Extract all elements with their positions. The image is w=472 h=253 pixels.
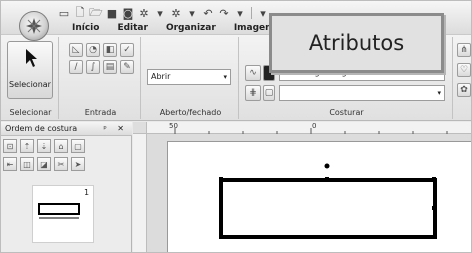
flower-icon[interactable]: ✿: [457, 83, 471, 97]
group-label-aberto-fechado: Aberto/fechado: [159, 108, 222, 117]
design-page[interactable]: [167, 141, 472, 253]
fill-stitch-select[interactable]: ▾: [279, 85, 445, 101]
open-closed-value: Abrir: [151, 72, 171, 81]
line-icon[interactable]: ∕: [69, 60, 83, 74]
design-shape[interactable]: [168, 142, 472, 253]
ruler-label-0: 0: [312, 122, 317, 130]
group-icon[interactable]: ◫: [20, 157, 34, 171]
pattern-icon[interactable]: ⋔: [457, 43, 471, 57]
zigzag-line-icon[interactable]: ∿: [245, 65, 261, 81]
new-file-icon[interactable]: ▭: [57, 6, 71, 20]
ruler-label-50: 50: [169, 122, 178, 130]
group-label-costurar: Costurar: [329, 108, 364, 117]
save-icon[interactable]: ■: [105, 6, 119, 20]
open-closed-select[interactable]: Abrir ▾: [147, 69, 231, 85]
move-down-icon[interactable]: ⇣: [37, 139, 51, 153]
stitch-icon[interactable]: ◙: [121, 6, 135, 20]
group-entrada: ◺ ◔ ◧ ✓ ∕ ∫ ▤ ✎ Entrada: [61, 37, 141, 119]
open-folder-icon[interactable]: 🗁: [89, 6, 103, 20]
scissors-icon[interactable]: ✂: [54, 157, 68, 171]
heart-icon[interactable]: ♡: [457, 63, 471, 77]
tab-editar[interactable]: Editar: [108, 21, 157, 35]
freehand-icon[interactable]: ∫: [86, 60, 100, 74]
sewing-order-thumbnail[interactable]: 1: [32, 185, 94, 243]
thumbnail-number: 1: [84, 188, 90, 197]
chevron-down-icon[interactable]: ▾: [233, 6, 247, 20]
fill-color-icon[interactable]: ▢: [263, 85, 275, 101]
pane-controls[interactable]: ᵖ ✕: [103, 122, 128, 136]
vertical-ruler: [133, 134, 147, 252]
chevron-down-icon: ▾: [437, 89, 441, 97]
ruler-corner: [133, 122, 147, 134]
curve-icon[interactable]: ◔: [86, 43, 100, 57]
settings-icon[interactable]: ✲: [169, 6, 183, 20]
ungroup-icon[interactable]: ◪: [37, 157, 51, 171]
tab-inicio[interactable]: Início: [63, 21, 108, 35]
quick-access-toolbar: ▭ 🗋 🗁 ■ ◙ ✲ ▾ ✲ ▾ ↶ ↷ ▾ ▾: [57, 5, 270, 21]
select-button[interactable]: Selecionar: [7, 41, 53, 99]
undo-icon[interactable]: ↶: [201, 6, 215, 20]
pane-header: Ordem de costura ᵖ ✕: [1, 122, 132, 136]
sewing-order-pane: Ordem de costura ᵖ ✕ ⊡ ⇡ ⇣ ⌂ ▢ ⇤ ◫ ◪ ✂ ➤…: [1, 122, 132, 252]
separator: [251, 7, 252, 19]
chevron-down-icon: ▾: [223, 73, 227, 81]
ruler-ticks: [174, 128, 448, 134]
group-more: ⋔ ♡ ✿: [455, 37, 471, 119]
fill-icon[interactable]: ▤: [103, 60, 117, 74]
pane-title: Ordem de costura: [5, 124, 78, 133]
entrada-icons: ◺ ◔ ◧ ✓ ∕ ∫ ▤ ✎: [69, 43, 134, 74]
first-icon[interactable]: ⇤: [3, 157, 17, 171]
pane-toolbar-1: ⊡ ⇡ ⇣ ⌂ ▢: [3, 139, 85, 155]
chevron-down-icon[interactable]: ▾: [153, 6, 167, 20]
gear-icon[interactable]: ✲: [137, 6, 151, 20]
app-logo-icon: [26, 18, 42, 34]
check-shape-icon[interactable]: ✓: [120, 43, 134, 57]
callout-text: Atributos: [308, 31, 405, 55]
move-up-icon[interactable]: ⇡: [20, 139, 34, 153]
group-aberto-fechado: Abrir ▾ Aberto/fechado: [143, 37, 239, 119]
horizontal-ruler: 50 0: [147, 122, 471, 134]
group-selecionar: Selecionar Selecionar: [3, 37, 59, 119]
chevron-down-icon[interactable]: ▾: [185, 6, 199, 20]
fit-icon[interactable]: ⊡: [3, 139, 17, 153]
new-document-icon[interactable]: 🗋: [73, 6, 87, 20]
select-button-label: Selecionar: [9, 80, 51, 89]
cursor-arrow-icon: [26, 49, 37, 67]
attributes-callout: Atributos: [269, 13, 444, 73]
app-window: ▭ 🗋 🗁 ■ ◙ ✲ ▾ ✲ ▾ ↶ ↷ ▾ ▾ Início Editar …: [0, 0, 472, 253]
pen-icon[interactable]: ✎: [120, 60, 134, 74]
ribbon-tabs: Início Editar Organizar Imagem: [63, 21, 284, 35]
tab-organizar[interactable]: Organizar: [157, 21, 225, 35]
group-label-selecionar: Selecionar: [9, 108, 52, 117]
shape-icon[interactable]: ◧: [103, 43, 117, 57]
polygon-icon[interactable]: ◺: [69, 43, 83, 57]
frame-icon[interactable]: ▢: [71, 139, 85, 153]
group-label-entrada: Entrada: [84, 108, 117, 117]
satin-stitch-icon[interactable]: ⋕: [245, 85, 261, 101]
lock-icon[interactable]: ⌂: [54, 139, 68, 153]
pointer-icon[interactable]: ➤: [71, 157, 85, 171]
customize-icon[interactable]: ▾: [256, 6, 270, 20]
pane-toolbar-2: ⇤ ◫ ◪ ✂ ➤: [3, 157, 85, 173]
redo-icon[interactable]: ↷: [217, 6, 231, 20]
application-button[interactable]: [19, 11, 49, 41]
